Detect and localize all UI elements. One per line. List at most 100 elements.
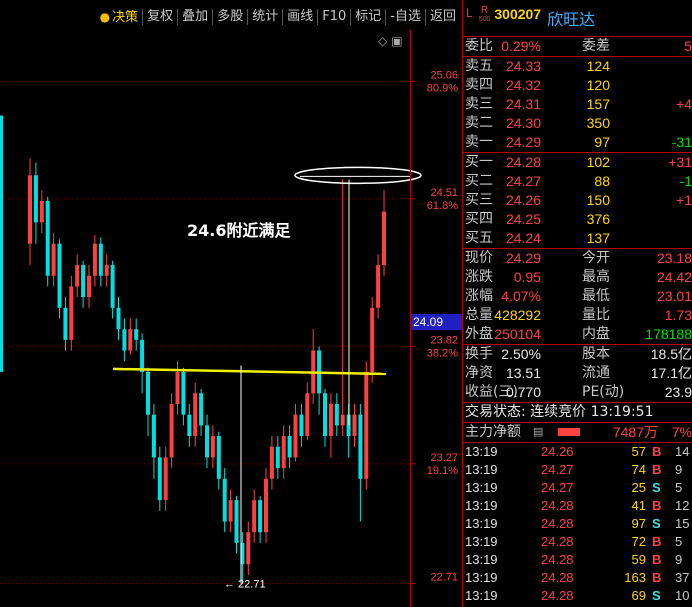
current-price-tag: 24.09: [411, 314, 462, 330]
candle-body: [376, 265, 381, 308]
candle-body: [305, 393, 310, 437]
weibi-row: 委比 0.29% 委差 5: [463, 37, 692, 56]
candle-body: [299, 414, 304, 437]
level-label: 卖三: [465, 96, 493, 112]
stat-value: 250104: [494, 326, 541, 342]
toolbar-item-8[interactable]: -自选: [385, 9, 425, 25]
candle-body: [81, 265, 86, 298]
chart-icons: ◇ ▣: [378, 34, 407, 48]
stat-label: 流通: [582, 365, 610, 381]
candle-body: [199, 393, 204, 426]
candle-body: [63, 307, 68, 340]
stat-row: 涨跌 0.95 最高 24.42: [463, 268, 692, 287]
level-label: 卖二: [465, 115, 493, 131]
toolbar-item-label: 复权: [147, 9, 174, 24]
axis-price-label: 24.51: [430, 187, 458, 199]
stat-value: 23.18: [656, 250, 692, 266]
level-price: 24.32: [505, 77, 541, 93]
tick-row: 13:19 24.27 74 B 9: [463, 461, 692, 479]
bid-level[interactable]: 买二 24.27 88 -1: [463, 172, 692, 191]
ask-level[interactable]: 卖一 24.29 97 -31: [463, 133, 692, 152]
tick-volume: 57: [631, 444, 646, 459]
candle-body: [128, 329, 133, 351]
level-price: 24.29: [505, 134, 541, 150]
candle-body: [358, 414, 363, 479]
level-volume: 157: [586, 96, 610, 112]
candlestick-chart[interactable]: 25.0680.9% 24.5161.8% 23.8238.2% 23.2719.1%…: [0, 30, 462, 607]
candle-body: [281, 436, 286, 469]
tick-time: 13:19: [465, 444, 498, 459]
candle-body: [193, 393, 198, 437]
stat-label: 内盘: [582, 326, 610, 342]
toolbar-item-2[interactable]: 叠加: [177, 9, 212, 25]
level-volume: 137: [586, 230, 610, 246]
stat-value: 23.9: [664, 384, 692, 400]
ask-level[interactable]: 卖二 24.30 350: [463, 114, 692, 133]
bid-level[interactable]: 买五 24.24 137: [463, 229, 692, 248]
stat-value: 13.51: [505, 365, 541, 381]
level-change: +4: [676, 96, 692, 112]
list-icon[interactable]: ▤: [533, 423, 543, 442]
chart-annotation: 24.6附近满足: [187, 221, 291, 240]
toolbar-item-0[interactable]: ● 决策: [96, 9, 143, 26]
window-icon[interactable]: ▣: [391, 34, 402, 48]
toolbar-item-3[interactable]: 多股: [212, 9, 247, 25]
tick-price: 24.28: [541, 588, 574, 603]
level-volume: 350: [586, 115, 610, 131]
candle-body: [0, 115, 3, 372]
level-price: 24.24: [505, 230, 541, 246]
tick-price: 24.28: [541, 570, 574, 585]
stock-name[interactable]: 欣旺达: [547, 6, 595, 30]
level-label: 买三: [465, 192, 493, 208]
weicha-label: 委差: [582, 38, 610, 54]
level-label: 买二: [465, 173, 493, 189]
candle-body: [328, 403, 333, 437]
bid-level[interactable]: 买一 24.28 102 +31: [463, 153, 692, 172]
toolbar-item-4[interactable]: 统计: [247, 9, 282, 25]
bid-level[interactable]: 买四 24.25 376: [463, 210, 692, 229]
level-price: 24.28: [505, 154, 541, 170]
quote-panel: L R 500 300207 欣旺达 委比 0.29% 委差 5 卖五 24.33…: [463, 0, 692, 607]
tick-list[interactable]: 13:19 24.26 57 B 14 13:19 24.27 74 B 9 13:19 24.27 2…: [463, 443, 692, 605]
candle-body: [157, 457, 162, 501]
candle-body: [28, 175, 32, 244]
toolbar-item-1[interactable]: 复权: [142, 9, 177, 25]
ask-level[interactable]: 卖五 24.33 124: [463, 57, 692, 76]
tick-time: 13:19: [465, 462, 498, 477]
axis-price-label: 23.27: [430, 452, 458, 464]
candle-body: [75, 265, 80, 287]
level-label: 卖五: [465, 58, 493, 74]
candle-body: [98, 243, 103, 276]
stat-label: 最低: [582, 288, 610, 304]
candle-body: [222, 478, 227, 522]
toolbar-item-6[interactable]: F10: [317, 9, 350, 25]
candle-body: [51, 243, 56, 276]
level-label: 卖一: [465, 134, 493, 150]
ask-level[interactable]: 卖四 24.32 120: [463, 76, 692, 95]
toolbar-item-9[interactable]: 返回: [424, 9, 460, 25]
bid-level[interactable]: 买三 24.26 150 +1: [463, 191, 692, 210]
stat-value: 2.50%: [501, 346, 541, 362]
chart-toolbar: ● 决策 复权 叠加 多股 统计 画线 F10 标记 -自选 返回: [0, 0, 462, 30]
tick-volume: 41: [631, 498, 646, 513]
tick-count: 9: [675, 462, 683, 477]
candle-body: [364, 371, 369, 479]
stock-code[interactable]: 300207: [494, 6, 541, 22]
candle-body: [205, 425, 209, 458]
tick-volume: 25: [631, 480, 646, 495]
diamond-icon[interactable]: ◇: [378, 34, 387, 48]
stat-value: 24.29: [505, 250, 541, 266]
toolbar-item-5[interactable]: 画线: [282, 9, 317, 25]
tick-count: 14: [675, 444, 690, 459]
toolbar-item-7[interactable]: 标记: [350, 9, 385, 25]
ask-level[interactable]: 卖三 24.31 157 +4: [463, 95, 692, 114]
toolbar-item-label: -自选: [390, 9, 421, 24]
tick-count: 5: [675, 480, 683, 495]
candle-body: [323, 393, 327, 437]
candle-body: [87, 275, 91, 298]
level-change: -31: [671, 134, 692, 150]
tick-price: 24.28: [541, 552, 574, 567]
main-flow-row[interactable]: 主力净额 ▤ 7487万 7%: [463, 423, 692, 442]
candle-body: [134, 329, 139, 340]
tick-side: B: [652, 498, 662, 513]
